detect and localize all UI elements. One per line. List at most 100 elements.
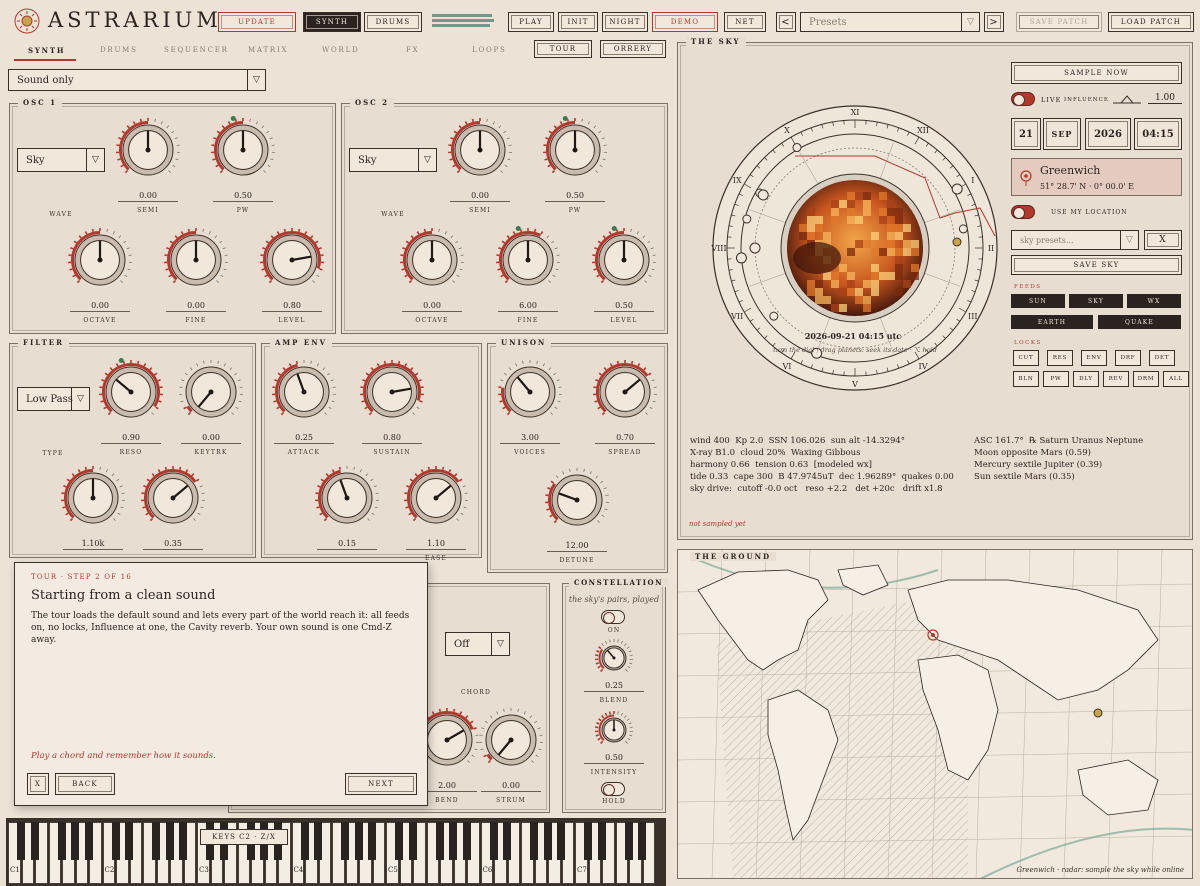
black-key[interactable] [395, 822, 403, 860]
lock-rev[interactable]: REV [1103, 371, 1129, 387]
tab-loops[interactable]: LOOPS [472, 46, 507, 54]
play-button[interactable]: PLAY [508, 12, 554, 32]
sample-now-button[interactable]: SAMPLE NOW [1011, 62, 1182, 84]
filter-reso-knob[interactable] [96, 357, 166, 427]
night-button[interactable]: NIGHT [602, 12, 648, 32]
planet-marker[interactable] [749, 242, 761, 254]
sound-scope-select[interactable]: Sound only ▽ [8, 69, 266, 91]
filter-keytrk-knob[interactable] [176, 357, 246, 427]
black-key[interactable] [84, 822, 93, 860]
unison-detune-knob[interactable] [542, 465, 612, 535]
osc2-octave-knob[interactable] [397, 225, 467, 295]
black-key[interactable] [530, 822, 538, 860]
demo-button[interactable]: DEMO [652, 12, 718, 32]
black-key[interactable] [354, 822, 363, 860]
chord-strum-knob[interactable] [476, 705, 546, 775]
osc1-octave-knob[interactable] [65, 225, 135, 295]
update-button[interactable]: UPDATE [218, 12, 296, 32]
constellation-hold-toggle[interactable] [601, 782, 625, 796]
osc1-pw-knob[interactable] [208, 115, 278, 185]
black-key[interactable] [462, 822, 471, 860]
black-key[interactable] [30, 822, 39, 860]
black-key[interactable] [449, 822, 457, 860]
live-toggle[interactable] [1011, 92, 1035, 106]
planet-marker[interactable] [769, 311, 779, 321]
tour-next-button[interactable]: NEXT [345, 773, 417, 795]
tab-synth[interactable]: SYNTH [28, 46, 65, 55]
filter-type-select[interactable]: Low Pass ▽ [17, 387, 90, 411]
planet-marker[interactable] [757, 189, 769, 201]
unison-spread-knob[interactable] [590, 357, 660, 427]
amp-sustain-knob[interactable] [357, 357, 427, 427]
planet-marker[interactable] [792, 143, 802, 153]
feed-earth[interactable]: EARTH [1011, 315, 1093, 329]
osc1-level-knob[interactable] [257, 225, 327, 295]
date-month[interactable]: SEP [1043, 118, 1081, 150]
drums-mode-button[interactable]: DRUMS [364, 12, 422, 32]
lock-res[interactable]: RES [1047, 350, 1073, 366]
black-key[interactable] [435, 822, 444, 860]
planet-marker[interactable] [742, 214, 752, 224]
black-key[interactable] [111, 822, 120, 860]
feed-quake[interactable]: QUAKE [1098, 315, 1181, 329]
black-key[interactable] [624, 822, 633, 860]
lock-cut[interactable]: CUT [1013, 350, 1039, 366]
synth-mode-button[interactable]: SYNTH [303, 12, 361, 32]
orrery-dial[interactable]: XXIXIIIIIIIIIVVVIVIIVIIIIX [710, 100, 1000, 400]
load-patch-button[interactable]: LOAD PATCH [1108, 12, 1194, 32]
lock-bln[interactable]: BLN [1013, 371, 1039, 387]
feed-wx[interactable]: WX [1127, 294, 1181, 308]
chord-select[interactable]: Off ▽ [445, 632, 510, 656]
lock-env[interactable]: ENV [1081, 350, 1107, 366]
feed-sky[interactable]: SKY [1069, 294, 1123, 308]
date-time[interactable]: 04:15 [1134, 118, 1182, 150]
osc2-semi-knob[interactable] [445, 115, 515, 185]
lock-det[interactable]: DET [1149, 350, 1175, 366]
black-key[interactable] [543, 822, 552, 860]
date-year[interactable]: 2026 [1085, 118, 1131, 150]
black-key[interactable] [597, 822, 606, 860]
tab-matrix[interactable]: MATRIX [248, 46, 288, 54]
preset-next-button[interactable]: > [984, 12, 1004, 32]
constellation-intensity-knob[interactable] [592, 708, 636, 752]
constellation-blend-knob[interactable] [592, 636, 636, 680]
black-key[interactable] [408, 822, 417, 860]
sky-presets-select[interactable]: sky presets... ▽ [1011, 230, 1139, 250]
orrery-button[interactable]: ORRERY [600, 40, 666, 58]
osc2-level-knob[interactable] [589, 225, 659, 295]
tab-sequencer[interactable]: SEQUENCER [164, 46, 229, 54]
lock-all[interactable]: ALL [1163, 371, 1189, 387]
black-key[interactable] [57, 822, 66, 860]
osc1-semi-knob[interactable] [113, 115, 183, 185]
lock-pw[interactable]: PW [1043, 371, 1069, 387]
black-key[interactable] [314, 822, 322, 860]
influence-slider[interactable] [1113, 95, 1141, 105]
tour-button[interactable]: TOUR [534, 40, 592, 58]
amp-release-knob[interactable] [401, 463, 471, 533]
osc2-pw-knob[interactable] [540, 115, 610, 185]
feed-sun[interactable]: SUN [1011, 294, 1065, 308]
save-sky-button[interactable]: SAVE SKY [1011, 255, 1182, 275]
date-day[interactable]: 21 [1011, 118, 1041, 150]
black-key[interactable] [503, 822, 511, 860]
osc2-wave-select[interactable]: Sky ▽ [349, 148, 437, 172]
black-key[interactable] [341, 822, 349, 860]
black-key[interactable] [489, 822, 498, 860]
osc1-wave-select[interactable]: Sky ▽ [17, 148, 105, 172]
black-key[interactable] [584, 822, 592, 860]
black-key[interactable] [125, 822, 133, 860]
osc2-fine-knob[interactable] [493, 225, 563, 295]
black-key[interactable] [152, 822, 160, 860]
tour-close-button[interactable]: X [27, 773, 49, 795]
black-key[interactable] [557, 822, 565, 860]
sky-presets-clear-button[interactable]: X [1144, 230, 1182, 250]
planet-marker[interactable] [958, 224, 968, 234]
filter-cutoff-knob[interactable] [58, 463, 128, 533]
black-key[interactable] [71, 822, 79, 860]
lock-drf[interactable]: DRF [1115, 350, 1141, 366]
amp-decay-knob[interactable] [312, 463, 382, 533]
black-key[interactable] [638, 822, 646, 860]
save-patch-button[interactable]: SAVE PATCH [1016, 12, 1102, 32]
osc1-fine-knob[interactable] [161, 225, 231, 295]
lock-drm[interactable]: DRM [1133, 371, 1159, 387]
